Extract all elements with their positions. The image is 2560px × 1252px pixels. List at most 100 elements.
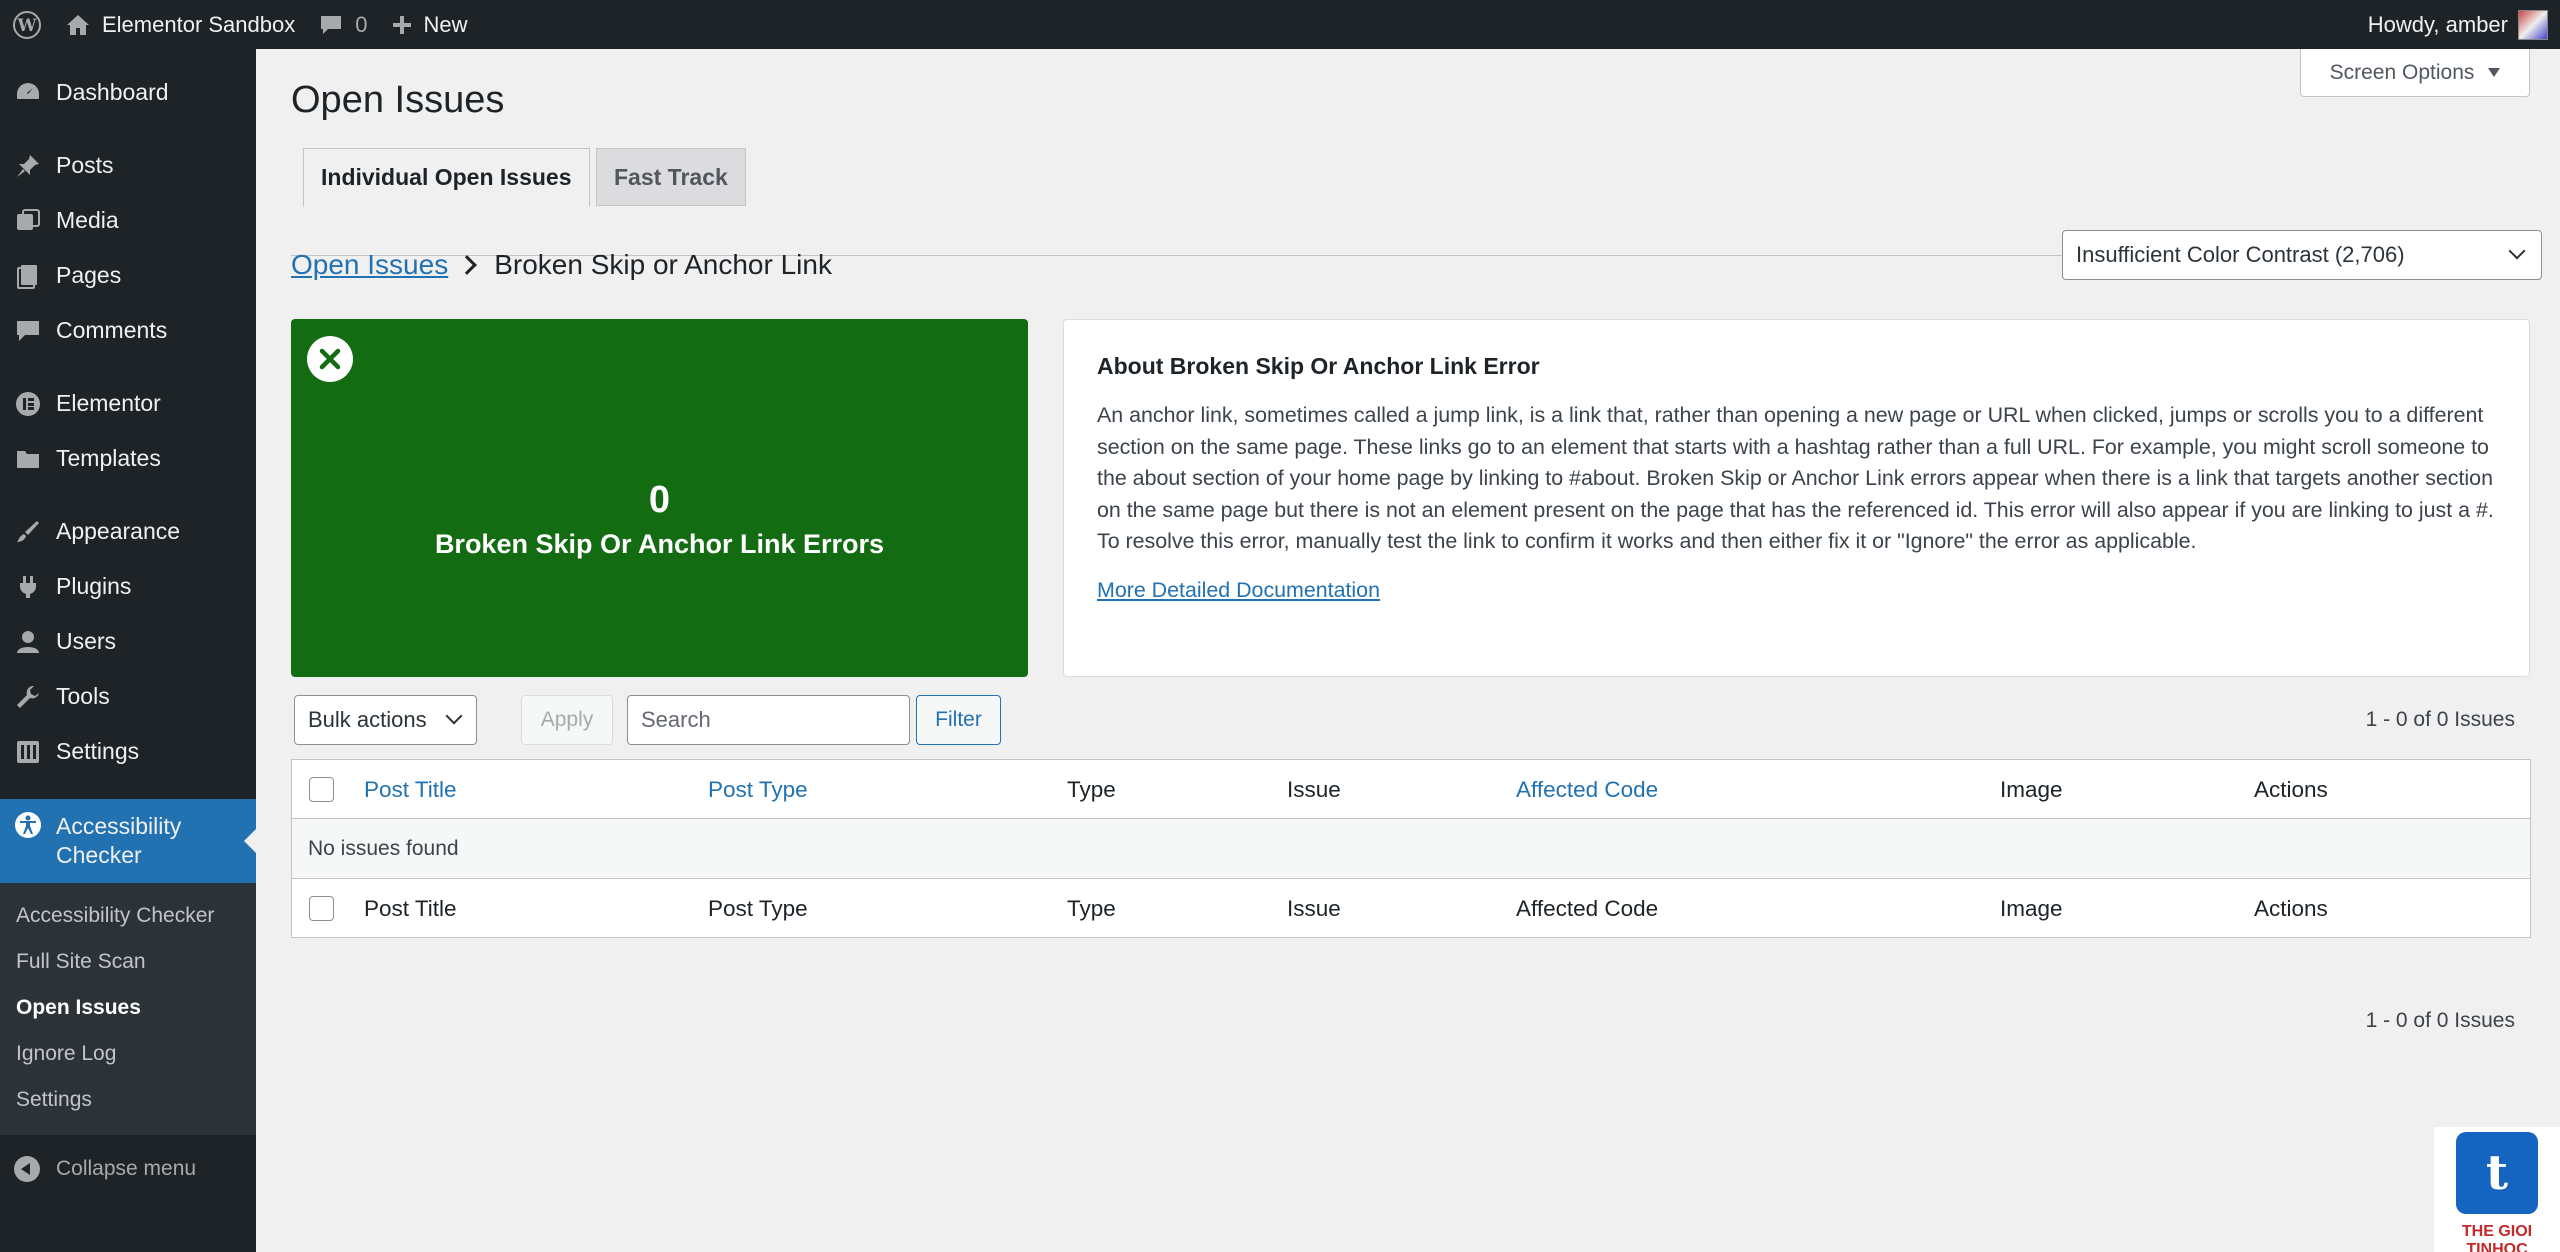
wrench-icon [14,683,42,711]
watermark-logo: t THE GIOI TINHOC [2434,1127,2560,1252]
admin-bar: W Elementor Sandbox 0 New Howdy, amber [0,0,2560,49]
column-issue: Issue [1287,776,1341,802]
footer-column-actions: Actions [2254,895,2328,921]
comments-link[interactable]: 0 [307,0,379,49]
issue-type-select[interactable]: Insufficient Color Contrast (2,706) [2062,230,2542,280]
sidebar-item-label: Pages [56,262,122,288]
chevron-down-icon [2508,242,2526,260]
svg-text:W: W [16,16,37,36]
sidebar-item-label: Tools [56,683,110,709]
accessibility-icon [14,811,42,839]
site-name-link[interactable]: Elementor Sandbox [54,0,307,49]
sidebar-item-templates[interactable]: Templates [0,431,256,486]
brush-icon [14,518,42,546]
sidebar-item-elementor[interactable]: Elementor [0,376,256,431]
sidebar-item-posts[interactable]: Posts [0,138,256,193]
breadcrumb-current: Broken Skip or Anchor Link [494,249,832,280]
comment-bubble-icon [319,14,343,36]
select-all-checkbox-footer[interactable] [309,896,334,921]
chevron-right-icon [457,255,478,275]
filter-button[interactable]: Filter [916,695,1001,745]
pages-icon [14,262,42,290]
apply-button[interactable]: Apply [521,695,613,745]
sidebar-item-label: Appearance [56,518,181,544]
breadcrumb: Open Issues Broken Skip or Anchor Link [291,249,832,281]
screen-options-button[interactable]: Screen Options [2300,49,2530,97]
error-summary-card: 0 Broken Skip Or Anchor Link Errors [291,319,1028,677]
no-issues-message: No issues found [308,836,459,860]
footer-column-type: Type [1067,895,1116,921]
issues-count-bottom: 1 - 0 of 0 Issues [2365,1009,2515,1032]
accessibility-submenu: Accessibility Checker Full Site Scan Ope… [0,883,256,1135]
footer-column-post-type: Post Type [708,895,808,921]
sidebar-item-accessibility-checker[interactable]: Accessibility Checker [0,799,256,883]
column-post-type[interactable]: Post Type [708,760,808,819]
avatar [2518,9,2548,40]
breadcrumb-open-issues-link[interactable]: Open Issues [291,249,448,281]
tab-fast-track[interactable]: Fast Track [596,148,746,206]
submenu-item-settings[interactable]: Settings [0,1077,256,1123]
new-content-link[interactable]: New [379,0,479,49]
column-actions: Actions [2254,776,2328,802]
folder-icon [14,445,42,473]
documentation-link[interactable]: More Detailed Documentation [1097,578,1380,603]
sidebar-item-label: Posts [56,152,114,178]
comments-count: 0 [355,11,368,37]
bulk-actions-select[interactable]: Bulk actions [294,695,477,745]
bulk-actions-label: Bulk actions [308,707,427,732]
home-icon [66,14,90,36]
about-description: An anchor link, sometimes called a jump … [1097,403,2494,553]
sidebar-item-label: Users [56,628,117,654]
sidebar-item-comments[interactable]: Comments [0,303,256,358]
sidebar-item-media[interactable]: Media [0,193,256,248]
sidebar-item-label: Templates [56,445,161,471]
screen-options-label: Screen Options [2329,60,2475,84]
column-post-title[interactable]: Post Title [364,760,457,819]
media-icon [14,207,42,235]
collapse-menu-button[interactable]: Collapse menu [0,1141,256,1197]
tablenav-bottom: 1 - 0 of 0 Issues [291,1009,2531,1061]
account-menu[interactable]: Howdy, amber [2367,9,2560,40]
sidebar-item-pages[interactable]: Pages [0,248,256,303]
sidebar-item-plugins[interactable]: Plugins [0,559,256,614]
column-image: Image [2000,776,2063,802]
wordpress-logo-icon[interactable]: W [0,0,54,49]
howdy-text: Howdy, amber [2367,11,2508,37]
sidebar-item-label: Settings [56,738,140,764]
issues-count-top: 1 - 0 of 0 Issues [2365,708,2515,731]
footer-column-issue: Issue [1287,895,1341,921]
footer-column-post-title: Post Title [364,895,457,921]
select-all-checkbox-cell [309,760,334,819]
comment-icon [14,317,42,345]
tab-individual-open-issues[interactable]: Individual Open Issues [303,148,590,207]
submenu-item-open-issues[interactable]: Open Issues [0,985,256,1031]
tablenav-top: Bulk actions Apply Filter 1 - 0 of 0 Iss… [291,695,2531,747]
select-all-checkbox[interactable] [309,777,334,802]
table-header: Post Title Post Type Type Issue Affected… [292,760,2530,819]
about-error-card: About Broken Skip Or Anchor Link Error A… [1063,319,2530,677]
sidebar-item-label: Plugins [56,573,132,599]
submenu-item-full-site-scan[interactable]: Full Site Scan [0,939,256,985]
watermark-text: THE GIOI TINHOC [2461,1223,2533,1252]
select-all-checkbox-cell [309,879,334,938]
submenu-item-accessibility-checker[interactable]: Accessibility Checker [0,893,256,939]
column-type: Type [1067,776,1116,802]
footer-column-affected-code: Affected Code [1516,895,1659,921]
sidebar-item-settings[interactable]: Settings [0,724,256,779]
sidebar-item-users[interactable]: Users [0,614,256,669]
elementor-icon [14,390,42,418]
user-icon [14,628,42,656]
sidebar-item-dashboard[interactable]: Dashboard [0,65,256,120]
search-input[interactable] [627,695,910,745]
sidebar-item-appearance[interactable]: Appearance [0,504,256,559]
issues-table: Post Title Post Type Type Issue Affected… [291,759,2531,938]
collapse-arrow-icon [14,1156,40,1182]
close-x-icon [307,336,353,382]
table-footer: Post Title Post Type Type Issue Affected… [292,878,2530,937]
watermark-cube-icon: t [2456,1132,2538,1214]
column-affected-code[interactable]: Affected Code [1516,760,1658,819]
submenu-item-ignore-log[interactable]: Ignore Log [0,1031,256,1077]
caret-down-icon [2488,68,2501,77]
plug-icon [14,573,42,601]
sidebar-item-tools[interactable]: Tools [0,669,256,724]
